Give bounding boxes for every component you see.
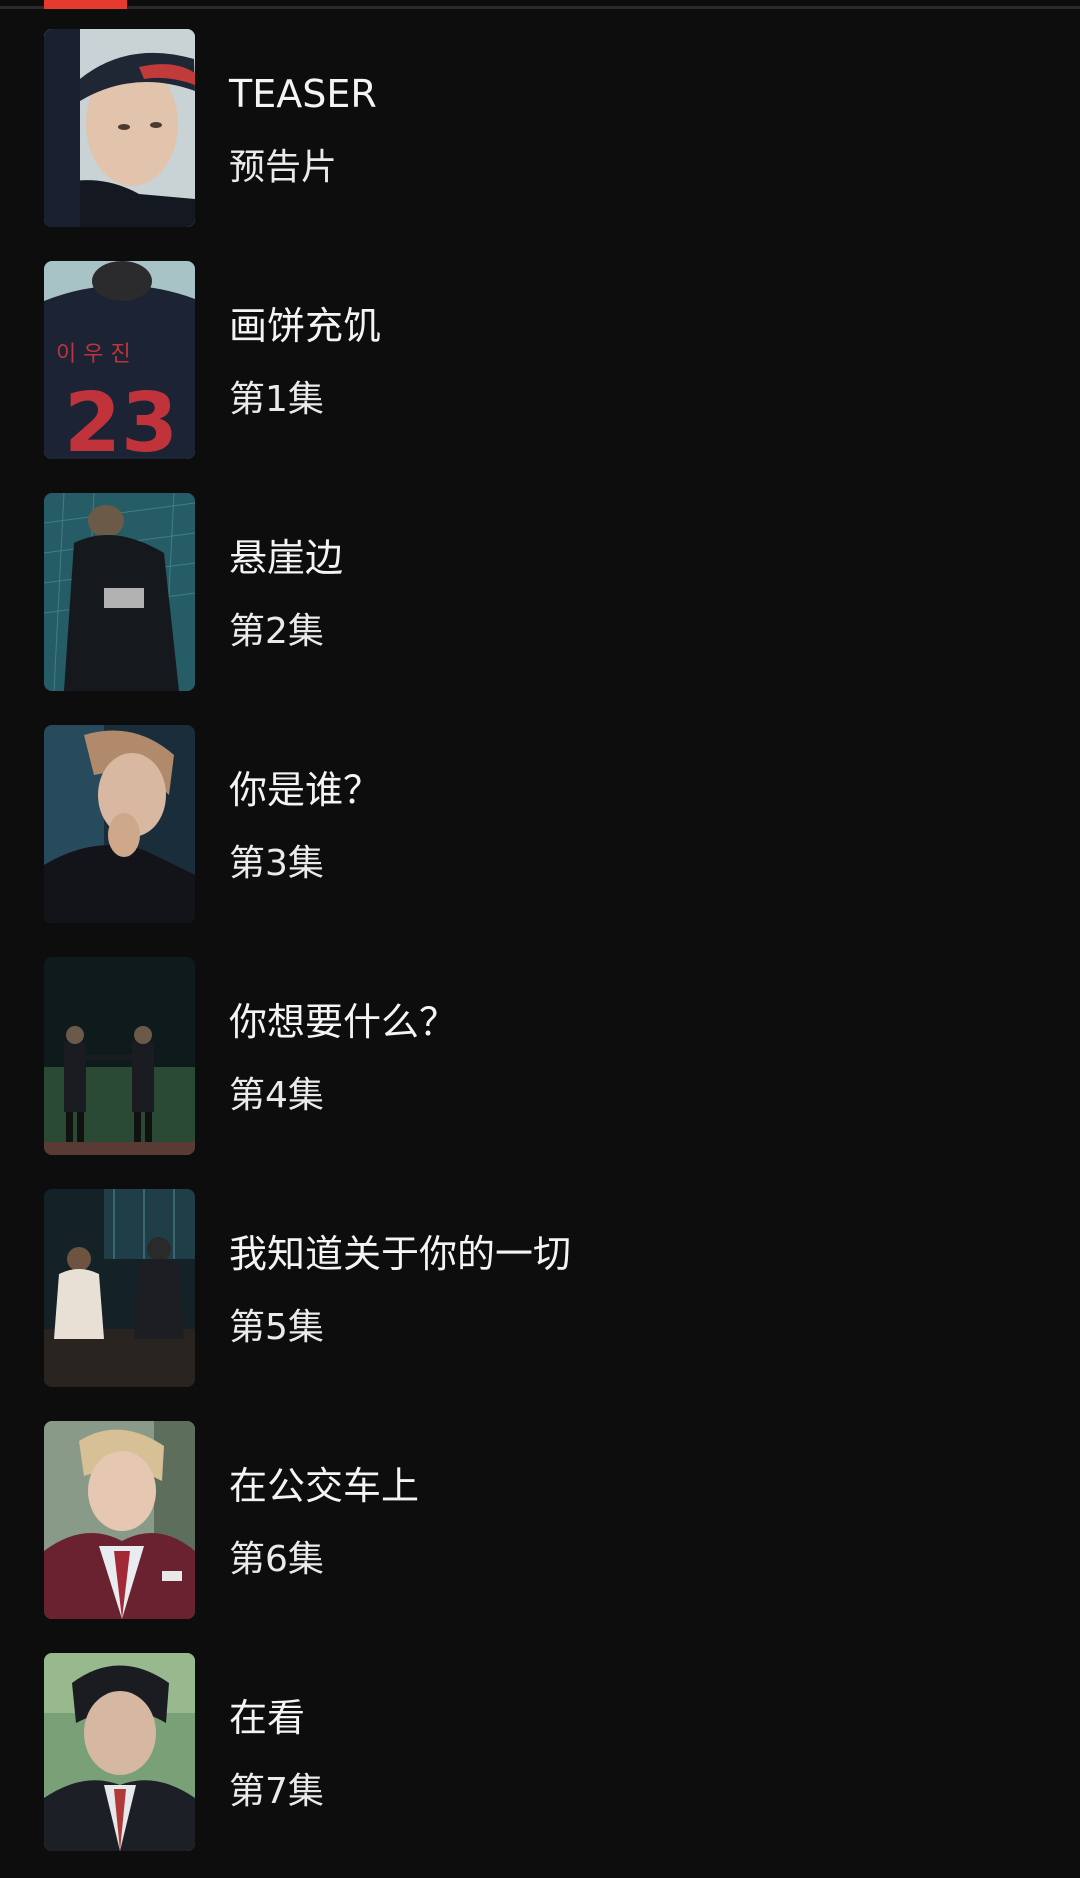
- episode-number: 第5集: [229, 1307, 324, 1348]
- episode-item-7[interactable]: 在看 第7集: [0, 1653, 1080, 1851]
- episode-list: TEASER 预告片 이 우 진 23 画饼充饥 第1集 悬崖边 第2集 你是谁…: [0, 0, 1080, 1878]
- svg-text:이 우 진: 이 우 진: [56, 342, 131, 367]
- player-baseball-cap-closeup-image: [44, 29, 195, 227]
- episode-thumbnail[interactable]: [44, 1189, 195, 1387]
- episode-number: 第6集: [229, 1539, 324, 1580]
- jersey-back-number-23-image: 이 우 진 23: [44, 261, 195, 459]
- students-sitting-on-bleachers-image: [44, 1189, 195, 1387]
- episode-number: 第1集: [229, 379, 324, 420]
- episode-thumbnail[interactable]: [44, 493, 195, 691]
- svg-text:23: 23: [64, 376, 178, 459]
- episode-thumbnail[interactable]: 이 우 진 23: [44, 261, 195, 459]
- two-students-on-field-at-night-image: [44, 957, 195, 1155]
- student-hand-on-chin-image: [44, 725, 195, 923]
- episode-number: 第7集: [229, 1771, 324, 1812]
- episode-thumbnail[interactable]: [44, 29, 195, 227]
- episode-thumbnail[interactable]: [44, 1653, 195, 1851]
- episode-title: 悬崖边: [229, 536, 344, 580]
- student-with-red-hoodie-image: [44, 1421, 195, 1619]
- episode-title: TEASER: [229, 72, 377, 116]
- episode-item-teaser[interactable]: TEASER 预告片: [0, 29, 1080, 227]
- episode-title: 你是谁？: [229, 768, 382, 812]
- episode-item-6[interactable]: 在公交车上 第6集: [0, 1421, 1080, 1619]
- episode-title: 我知道关于你的一切: [229, 1232, 572, 1276]
- episode-thumbnail[interactable]: [44, 957, 195, 1155]
- episode-item-5[interactable]: 我知道关于你的一切 第5集: [0, 1189, 1080, 1387]
- episode-thumbnail[interactable]: [44, 1421, 195, 1619]
- episode-number: 第2集: [229, 611, 324, 652]
- episode-title: 你想要什么？: [229, 1000, 458, 1044]
- episode-title: 画饼充饥: [229, 304, 382, 348]
- episode-number: 第3集: [229, 843, 324, 884]
- student-by-batting-net-image: [44, 493, 195, 691]
- episode-item-4[interactable]: 你想要什么？ 第4集: [0, 957, 1080, 1155]
- episode-item-1[interactable]: 이 우 진 23 画饼充饥 第1集: [0, 261, 1080, 459]
- episode-item-2[interactable]: 悬崖边 第2集: [0, 493, 1080, 691]
- episode-thumbnail[interactable]: [44, 725, 195, 923]
- episode-title: 在看: [229, 1696, 306, 1740]
- episode-item-3[interactable]: 你是谁？ 第3集: [0, 725, 1080, 923]
- student-in-school-uniform-image: [44, 1653, 195, 1851]
- episode-number: 第4集: [229, 1075, 324, 1116]
- episode-title: 在公交车上: [229, 1464, 420, 1508]
- episode-number: 预告片: [229, 147, 338, 188]
